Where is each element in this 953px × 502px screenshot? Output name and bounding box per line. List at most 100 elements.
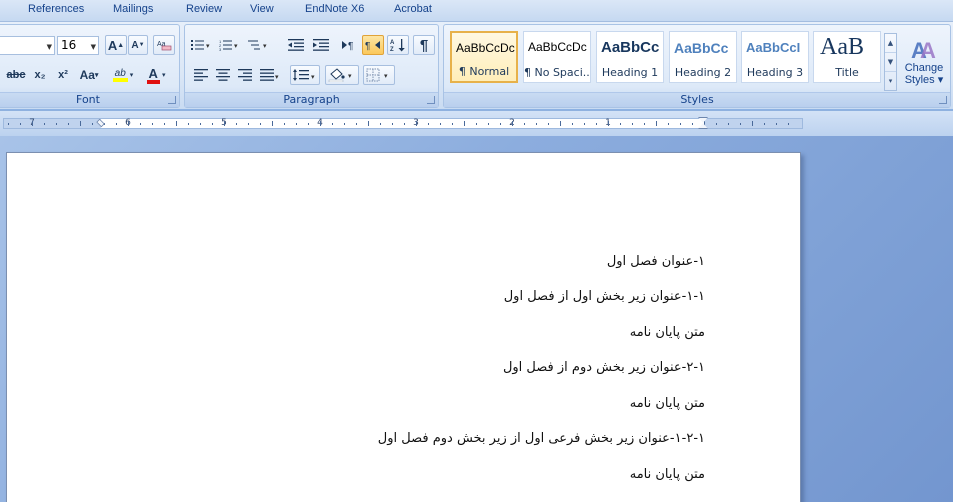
svg-text:▾: ▾ bbox=[234, 43, 238, 50]
font-size-box[interactable]: 16 ▼ bbox=[57, 36, 99, 55]
ruler-tick bbox=[248, 123, 249, 125]
style-heading-1[interactable]: AaBbCc Heading 1 bbox=[596, 31, 664, 83]
svg-text:▾: ▾ bbox=[263, 43, 267, 50]
ruler-tick bbox=[728, 123, 729, 125]
font-name-box[interactable]: ▼ bbox=[0, 36, 55, 55]
decrease-indent-button[interactable] bbox=[285, 35, 307, 55]
align-left-icon bbox=[194, 69, 208, 81]
borders-button[interactable]: ▾ bbox=[363, 65, 395, 85]
increase-indent-button[interactable] bbox=[310, 35, 332, 55]
styles-dialog-launcher[interactable] bbox=[939, 96, 947, 104]
tab-endnote[interactable]: EndNote X6 bbox=[305, 3, 364, 15]
heading-section-1-2[interactable]: ١-٢-عنوان زیر بخش دوم از فصل اول bbox=[503, 360, 705, 375]
font-dialog-launcher[interactable] bbox=[168, 96, 176, 104]
style-no-spacing[interactable]: AaBbCcDc ¶ No Spaci... bbox=[523, 31, 591, 83]
heading-section-1-1[interactable]: ١-١-عنوان زیر بخش اول از فصل اول bbox=[504, 289, 705, 304]
tab-references[interactable]: References bbox=[28, 3, 84, 15]
eraser-icon: Aa bbox=[157, 41, 172, 51]
right-to-left-icon: ¶ bbox=[365, 41, 380, 51]
shrink-font-label: A bbox=[131, 39, 139, 51]
ruler-tick bbox=[212, 123, 213, 125]
multilevel-list-icon: ▾ bbox=[248, 40, 267, 50]
paragraph-dialog-launcher[interactable] bbox=[427, 96, 435, 104]
change-styles-icon: AA bbox=[911, 38, 936, 62]
document-page[interactable]: ١-عنوان فصل اول ١-١-عنوان زیر بخش اول از… bbox=[6, 152, 801, 502]
ruler-tick bbox=[320, 121, 321, 126]
svg-text:¶: ¶ bbox=[348, 41, 353, 51]
ruler-tick bbox=[536, 123, 537, 125]
font-color-label: A bbox=[148, 66, 158, 81]
shrink-font-button[interactable]: A ▼ bbox=[128, 35, 148, 55]
numbering-icon: 123 ▾ bbox=[219, 39, 238, 51]
ruler-tick bbox=[776, 123, 777, 125]
gallery-more-icon[interactable]: ▾ bbox=[885, 72, 896, 91]
ruler-tick bbox=[572, 123, 573, 125]
subscript-button[interactable]: x₂ bbox=[30, 65, 50, 85]
grow-font-button[interactable]: A ▲ bbox=[105, 35, 127, 55]
style-title[interactable]: AaB Title bbox=[813, 31, 881, 83]
ruler-tick bbox=[488, 123, 489, 125]
align-left-button[interactable] bbox=[191, 65, 211, 85]
font-color-button[interactable]: A ▾ bbox=[142, 65, 172, 85]
style-normal[interactable]: AaBbCcDc ¶ Normal bbox=[450, 31, 518, 83]
ruler-tick bbox=[356, 123, 357, 125]
tab-review[interactable]: Review bbox=[186, 3, 222, 15]
svg-text:▾: ▾ bbox=[206, 43, 210, 50]
tab-view[interactable]: View bbox=[250, 3, 274, 15]
tab-mailings[interactable]: Mailings bbox=[113, 3, 153, 15]
ruler-tick bbox=[644, 123, 645, 125]
ruler-tick bbox=[44, 123, 45, 125]
body-text[interactable]: متن پایان نامه bbox=[630, 467, 705, 482]
show-formatting-marks-button[interactable]: ¶ bbox=[413, 35, 435, 55]
ruler-tick bbox=[116, 123, 117, 125]
body-text[interactable]: متن پایان نامه bbox=[630, 325, 705, 340]
sort-button[interactable]: AZ bbox=[387, 35, 409, 55]
align-right-button[interactable] bbox=[235, 65, 255, 85]
ruler-tick bbox=[512, 121, 513, 126]
gallery-down-icon[interactable]: ▼ bbox=[885, 53, 896, 72]
change-case-button[interactable]: Aa ▾ bbox=[76, 65, 102, 85]
ruler-tick bbox=[668, 123, 669, 125]
strikethrough-button[interactable]: abc bbox=[5, 65, 27, 85]
heading-chapter-1[interactable]: ١-عنوان فصل اول bbox=[607, 254, 705, 269]
ruler-tick bbox=[416, 121, 417, 126]
superscript-button[interactable]: x² bbox=[53, 65, 73, 85]
clear-formatting-button[interactable]: Aa bbox=[153, 35, 175, 55]
style-name: Heading 1 bbox=[601, 66, 659, 79]
ruler-tick bbox=[440, 123, 441, 125]
shading-button[interactable]: ▾ bbox=[325, 65, 359, 85]
ruler-tick bbox=[464, 121, 465, 126]
tab-acrobat[interactable]: Acrobat bbox=[394, 3, 432, 15]
ruler-tick bbox=[560, 121, 561, 126]
ruler-bar: 7 6 5 4 3 2 1 bbox=[0, 111, 953, 136]
change-styles-button[interactable]: AA Change Styles ▾ bbox=[900, 29, 948, 91]
style-heading-3[interactable]: AaBbCcI Heading 3 bbox=[741, 31, 809, 83]
ruler-tick bbox=[764, 123, 765, 125]
multilevel-list-button[interactable]: ▾ bbox=[245, 35, 273, 55]
style-heading-2[interactable]: AaBbCc Heading 2 bbox=[669, 31, 737, 83]
gallery-up-icon[interactable]: ▲ bbox=[885, 34, 896, 53]
line-spacing-button[interactable]: ▾ bbox=[290, 65, 320, 85]
style-name: Heading 3 bbox=[746, 66, 804, 79]
body-text[interactable]: متن پایان نامه bbox=[630, 396, 705, 411]
heading-subsection-1-2-1[interactable]: ١-٢-١-عنوان زیر بخش فرعی اول از زیر بخش … bbox=[378, 431, 705, 446]
bullets-button[interactable]: ▾ bbox=[189, 35, 215, 55]
horizontal-ruler[interactable]: 7 6 5 4 3 2 1 bbox=[3, 118, 803, 129]
ribbon: ▼ 16▼ A▲ A▼ Aa abc x₂ x² Aa▾ ab ▾ A bbox=[0, 22, 953, 110]
align-center-button[interactable] bbox=[213, 65, 233, 85]
rtl-direction-button[interactable]: ¶ bbox=[362, 35, 384, 55]
ltr-direction-button[interactable]: ¶ bbox=[338, 35, 360, 55]
ruler-tick bbox=[608, 121, 609, 126]
ruler-tick bbox=[164, 123, 165, 125]
ruler-tick bbox=[152, 123, 153, 125]
ruler-tick bbox=[92, 123, 93, 125]
ruler-tick bbox=[452, 123, 453, 125]
font-size-value: 16 bbox=[61, 38, 77, 52]
styles-gallery-scroll[interactable]: ▲ ▼ ▾ bbox=[884, 33, 897, 91]
highlight-button[interactable]: ab ▾ bbox=[109, 65, 139, 85]
style-name: ¶ No Spaci... bbox=[524, 66, 591, 79]
numbering-button[interactable]: 1 2 3 ▾ bbox=[217, 35, 243, 55]
ruler-tick bbox=[788, 123, 789, 125]
style-preview: AaBbCcDc bbox=[456, 41, 515, 55]
justify-button[interactable]: ▾ bbox=[258, 65, 282, 85]
